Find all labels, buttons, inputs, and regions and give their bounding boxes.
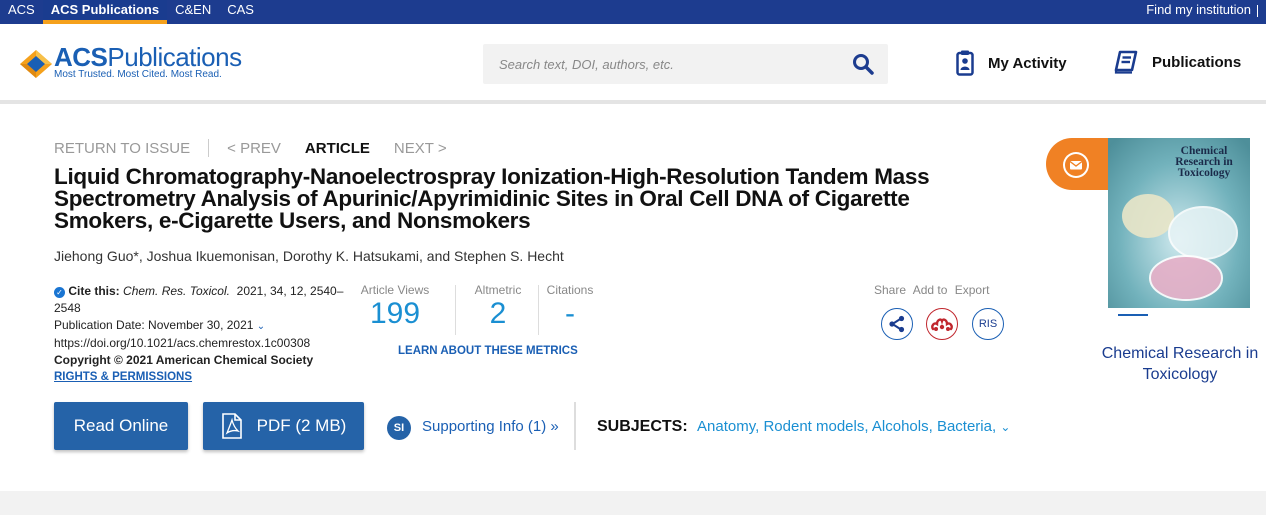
author-link[interactable]: Joshua Ikuemonisan [147, 248, 275, 264]
page-section-band [0, 491, 1266, 515]
export-ris-button[interactable]: RIS [972, 308, 1004, 340]
article-views-metric: Article Views 199 [356, 283, 434, 329]
citations-label: Citations [546, 283, 594, 297]
add-to-mendeley-button[interactable] [926, 308, 958, 340]
top-nav: ACS ACS Publications C&EN CAS [0, 0, 262, 24]
logo-wordmark-publications: Publications [107, 42, 242, 72]
site-header: ACSPublications Most Trusted. Most Cited… [0, 24, 1266, 104]
search-input[interactable] [483, 44, 843, 84]
author-link[interactable]: Stephen S. Hecht [454, 248, 564, 264]
citations-metric: Citations - [540, 283, 600, 329]
chevron-down-icon[interactable]: ⌄ [1000, 420, 1010, 434]
journal-abbrev: Chem. Res. Toxicol. [123, 284, 230, 298]
return-to-issue-link[interactable]: RETURN TO ISSUE [54, 140, 190, 157]
cite-this-label: Cite this: [68, 284, 120, 298]
prev-article-link[interactable]: < PREV [227, 140, 281, 157]
journal-name-link[interactable]: Chemical Research in Toxicology [1098, 343, 1262, 385]
rights-permissions-link[interactable]: RIGHTS & PERMISSIONS [54, 369, 354, 386]
envelope-graphic [1065, 154, 1087, 176]
clipboard-user-icon [956, 50, 974, 76]
find-institution-link[interactable]: Find my institution [1146, 0, 1258, 20]
divider [574, 402, 576, 450]
current-article-label: ARTICLE [304, 139, 370, 157]
top-nav-cen[interactable]: C&EN [167, 0, 219, 24]
author-separator: , [275, 248, 283, 264]
divider [208, 139, 210, 157]
logo-wordmark-acs: ACS [54, 42, 108, 72]
top-nav-acs-publications[interactable]: ACS Publications [42, 0, 168, 24]
acs-hexagon-logo-icon [20, 50, 52, 78]
divider [455, 285, 456, 335]
publication-date-row[interactable]: Publication Date: November 30, 2021 ⌄ [54, 317, 354, 335]
subject-link[interactable]: Anatomy [697, 418, 755, 435]
publications-link[interactable]: Publications [1114, 50, 1241, 74]
book-icon [1114, 50, 1138, 74]
top-nav-acs[interactable]: ACS [0, 0, 43, 24]
find-institution-label[interactable]: Find my institution [1146, 2, 1251, 17]
subject-link[interactable]: Alcohols [872, 418, 929, 435]
subjects-label: SUBJECTS: [597, 418, 688, 435]
altmetric-value: 2 [489, 297, 507, 330]
my-activity-link[interactable]: My Activity [956, 50, 1067, 76]
publications-label: Publications [1152, 53, 1242, 71]
copyright: Copyright © 2021 American Chemical Socie… [54, 353, 314, 367]
email-alert-tab[interactable] [1046, 138, 1108, 190]
share-label: Share [874, 283, 907, 297]
read-online-button[interactable]: Read Online [54, 402, 188, 450]
cover-title: Chemical Research in Toxicology [1175, 145, 1233, 179]
subject-link[interactable]: Bacteria [937, 418, 992, 435]
pdf-download-button[interactable]: PDF (2 MB) [203, 402, 364, 450]
export-label: Export [954, 283, 990, 297]
logo-tagline: Most Trusted. Most Cited. Most Read. [54, 69, 222, 80]
author-list: Jiehong Guo*, Joshua Ikuemonisan, Doroth… [54, 248, 564, 264]
add-to-label: Add to [912, 283, 948, 297]
article-title: Liquid Chromatography-Nanoelectrospray I… [54, 164, 930, 233]
learn-about-metrics-link[interactable]: LEARN ABOUT THESE METRICS [398, 345, 578, 357]
next-article-link[interactable]: NEXT > [394, 140, 447, 157]
share-icon [889, 315, 905, 333]
author-link[interactable]: Dorothy K. Hatsukami [283, 248, 419, 264]
citations-value: - [565, 297, 575, 330]
subjects-row: SUBJECTS: Anatomy, Rodent models, Alcoho… [597, 418, 1010, 436]
article-views-label: Article Views [360, 283, 430, 297]
issue-navigation: RETURN TO ISSUE < PREV ARTICLE NEXT > [54, 139, 447, 157]
publication-date: Publication Date: November 30, 2021 [54, 318, 254, 332]
search-box [483, 44, 888, 84]
acs-publications-logo[interactable]: ACSPublications Most Trusted. Most Cited… [18, 42, 258, 87]
search-icon[interactable] [852, 53, 874, 75]
chevron-down-icon: ⌄ [256, 321, 266, 332]
cite-this-row[interactable]: ✓ Cite this: Chem. Res. Toxicol. 2021, 3… [54, 283, 354, 300]
email-icon [1063, 152, 1089, 178]
citation-details-cont: 2548 [54, 301, 81, 315]
divider [538, 285, 539, 335]
doi-link[interactable]: https://doi.org/10.1021/acs.chemrestox.1… [54, 335, 354, 352]
article-views-value: 199 [369, 297, 421, 330]
supporting-info-link[interactable]: Supporting Info (1) » [422, 418, 559, 435]
pdf-file-icon [221, 413, 242, 439]
article-tools-labels: Share Add to Export [874, 283, 993, 297]
citation-block: ✓ Cite this: Chem. Res. Toxicol. 2021, 3… [54, 283, 354, 386]
supporting-info-badge: SI [387, 416, 411, 440]
author-link[interactable]: Jiehong Guo* [54, 248, 139, 264]
citation-details: 2021, 34, 12, 2540– [236, 284, 344, 298]
author-separator: , and [419, 248, 455, 264]
altmetric-label: Altmetric [474, 283, 522, 297]
divider [1257, 4, 1258, 17]
top-nav-bar: ACS ACS Publications C&EN CAS Find my in… [0, 0, 1266, 24]
subject-separator: , [928, 418, 937, 435]
share-button[interactable] [881, 308, 913, 340]
my-activity-label: My Activity [988, 54, 1067, 72]
check-circle-icon: ✓ [54, 287, 65, 298]
mendeley-icon [931, 318, 953, 331]
subject-separator: , [864, 418, 872, 435]
subject-link[interactable]: Rodent models [763, 418, 864, 435]
journal-cover-image[interactable]: Chemical Research in Toxicology [1108, 138, 1250, 323]
altmetric-metric[interactable]: Altmetric 2 [458, 283, 538, 329]
pdf-label: PDF (2 MB) [256, 416, 347, 435]
author-separator: , [138, 248, 147, 264]
read-online-label: Read Online [73, 416, 169, 435]
article-tools: Share Add to Export RIS [874, 283, 1004, 340]
top-nav-cas[interactable]: CAS [219, 0, 262, 24]
